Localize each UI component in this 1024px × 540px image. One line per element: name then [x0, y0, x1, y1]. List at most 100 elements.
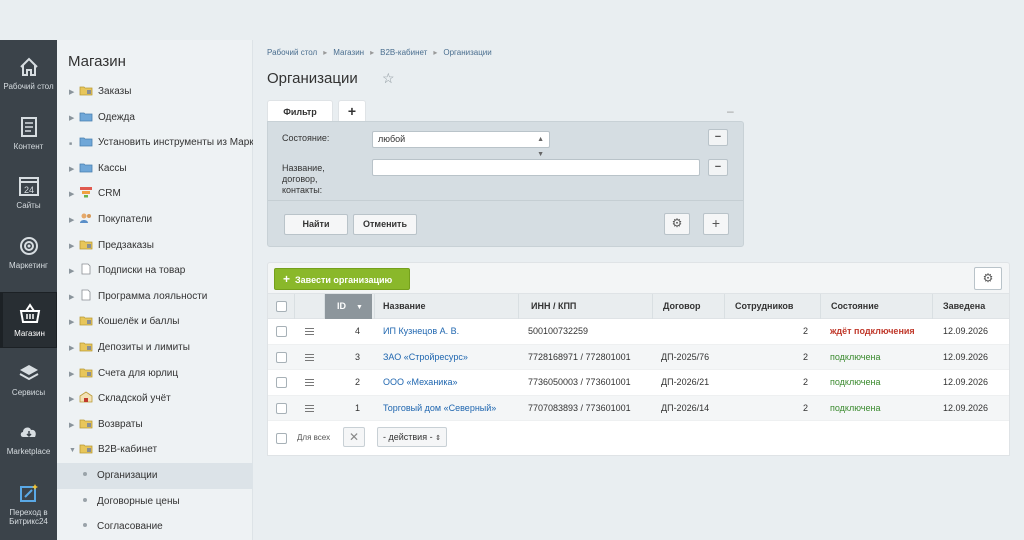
row-name-link[interactable]: ЗАО «Стройресурс» — [383, 345, 468, 371]
close-icon: ✕ — [348, 430, 360, 445]
row-menu-icon[interactable] — [305, 328, 314, 335]
add-organization-button[interactable]: + Завести организацию — [274, 268, 410, 290]
menu-subitem-contract-prices[interactable]: Договорные цены — [57, 489, 253, 515]
breadcrumb-link[interactable]: B2B-кабинет — [380, 48, 427, 57]
row-checkbox[interactable] — [276, 402, 287, 414]
expand-arrow-icon[interactable]: ▶ — [69, 182, 79, 207]
find-button[interactable]: Найти — [284, 214, 348, 235]
row-name-link[interactable]: ИП Кузнецов А. В. — [383, 319, 459, 345]
menu-item-orders[interactable]: ▶ Заказы — [57, 79, 253, 105]
remove-state-field-button[interactable]: − — [708, 129, 728, 146]
add-filter-field-button[interactable]: + — [703, 213, 729, 235]
row-menu-icon[interactable] — [305, 379, 314, 387]
filter-panel: Состояние: любой ▲ ▼ − Название, договор, … — [267, 121, 744, 247]
add-filter-tab-button[interactable]: + — [338, 100, 366, 122]
row-name-link[interactable]: ООО «Механика» — [383, 370, 457, 396]
leftbar-item-marketplace[interactable]: Marketplace — [0, 411, 57, 469]
leftbar-item-sites[interactable]: 24 Сайты — [0, 165, 57, 223]
expand-arrow-icon[interactable]: ▶ — [69, 234, 79, 259]
leftbar-item-marketing[interactable]: Маркетинг — [0, 225, 57, 283]
row-name-link[interactable]: Торговый дом «Северный» — [383, 396, 496, 422]
expand-arrow-icon[interactable]: ▶ — [69, 310, 79, 335]
table-row[interactable]: 2 ООО «Механика» 7736050003 / 773601001 ДП-… — [268, 370, 1009, 396]
warehouse-icon — [79, 391, 93, 403]
apply-to-all-checkbox[interactable] — [276, 433, 287, 445]
column-header-inn[interactable]: ИНН / КПП — [518, 294, 652, 319]
organizations-grid: ID ▼ Название ИНН / КПП Договор Сотрудник… — [267, 294, 1011, 457]
column-header-id[interactable]: ID ▼ — [324, 294, 372, 319]
row-checkbox[interactable] — [276, 351, 287, 363]
state-select[interactable]: любой ▲ ▼ — [372, 131, 550, 158]
menu-item-marketplace-tools[interactable]: ■Установить инструменты из Маркетплейс — [57, 130, 253, 156]
menu-item-subscriptions[interactable]: ▶ Подписки на товар — [57, 258, 253, 284]
expand-arrow-icon[interactable]: ▶ — [69, 387, 79, 412]
table-row[interactable]: 3 ЗАО «Стройресурс» 7728168971 / 772801001… — [268, 344, 1009, 371]
cancel-button[interactable]: Отменить — [353, 214, 417, 235]
breadcrumb-link[interactable]: Рабочий стол — [267, 48, 317, 57]
leftbar-item-content[interactable]: Контент — [0, 106, 57, 164]
select-all-checkbox[interactable] — [276, 301, 287, 312]
favorite-star-icon[interactable]: ☆ — [382, 70, 395, 87]
row-status: подключена — [830, 377, 881, 388]
menu-item-returns[interactable]: ▶ Возвраты — [57, 412, 253, 438]
menu-item-clothes[interactable]: ▶ Одежда — [57, 105, 253, 131]
expand-arrow-icon[interactable]: ▶ — [69, 285, 79, 310]
bullet-icon — [83, 497, 87, 502]
column-header-name[interactable]: Название — [374, 294, 518, 319]
expand-arrow-icon[interactable]: ▶ — [69, 157, 79, 182]
row-menu-icon[interactable] — [305, 353, 314, 361]
column-header-employees[interactable]: Сотрудников — [724, 294, 820, 319]
breadcrumb-link[interactable]: Организации — [443, 48, 491, 57]
breadcrumb-link[interactable]: Магазин — [333, 48, 364, 57]
remove-name-field-button[interactable]: − — [708, 159, 728, 176]
tab-filter[interactable]: Фильтр — [267, 100, 333, 122]
filter-minimize-button[interactable]: – — [727, 104, 734, 118]
menu-item-b2b[interactable]: ▼ B2B-кабинет — [57, 437, 253, 463]
collapse-arrow-icon[interactable]: ▼ — [69, 438, 79, 463]
expand-arrow-icon[interactable]: ▶ — [69, 362, 79, 387]
leftbar-item-desktop[interactable]: Рабочий стол — [0, 46, 57, 104]
column-header-created[interactable]: Заведена — [932, 294, 1011, 319]
filter-settings-button[interactable]: ⚙ — [664, 213, 690, 235]
menu-item-customers[interactable]: ▶ Покупатели — [57, 207, 253, 233]
menu-item-warehouse[interactable]: ▶ Складской учёт — [57, 386, 253, 412]
table-row[interactable]: 4 ИП Кузнецов А. В. 500100732259 2 ждёт подк… — [268, 319, 1009, 345]
row-checkbox[interactable] — [276, 326, 287, 337]
menu-item-cashboxes[interactable]: ▶ Кассы — [57, 156, 253, 182]
expand-arrow-icon[interactable]: ▶ — [69, 413, 79, 438]
expand-arrow-icon[interactable]: ▶ — [69, 259, 79, 284]
bullet-icon: ■ — [69, 141, 73, 148]
gear-icon: ⚙ — [671, 216, 683, 230]
row-inn: 500100732259 — [528, 326, 589, 336]
menu-item-invoices[interactable]: ▶ Счета для юрлиц — [57, 361, 253, 387]
row-menu-icon[interactable] — [305, 404, 314, 412]
leftbar-item-services[interactable]: Сервисы — [0, 352, 57, 410]
delete-button[interactable]: ✕ — [343, 427, 365, 448]
name-input[interactable] — [372, 159, 700, 176]
expand-arrow-icon[interactable]: ▶ — [69, 106, 79, 131]
leftbar-item-shop[interactable]: Магазин — [0, 292, 57, 348]
grid-toolbar: + Завести организацию ⚙ — [267, 262, 1010, 294]
grid-settings-button[interactable]: ⚙ — [974, 267, 1002, 290]
column-header-contract[interactable]: Договор — [652, 294, 724, 319]
column-header-status[interactable]: Состояние — [820, 294, 932, 319]
table-row[interactable]: 1 Торговый дом «Северный» 7707083893 / 773… — [268, 395, 1009, 422]
menu-item-wallet[interactable]: ▶ Кошелёк и баллы — [57, 309, 253, 335]
select-caret-icon: ⇕ — [435, 435, 441, 443]
menu-subitem-approval[interactable]: Согласование — [57, 514, 253, 540]
expand-arrow-icon[interactable]: ▶ — [69, 208, 79, 233]
menu-list: ▶ Заказы ▶ Одежда ■ Установить инструменты … — [57, 79, 253, 540]
gear-icon: ⚙ — [982, 271, 994, 285]
row-id: 2 — [354, 377, 360, 388]
actions-select[interactable]: - действия - ⇕ — [377, 427, 447, 448]
menu-subitem-organizations[interactable]: Организации — [57, 462, 253, 489]
leftbar-item-bitrix24[interactable]: Переход в Битрикс24 — [0, 472, 57, 538]
menu-item-deposits[interactable]: ▶ Депозиты и лимиты — [57, 335, 253, 361]
funnel-icon — [80, 187, 92, 198]
row-checkbox[interactable] — [276, 377, 287, 389]
menu-item-crm[interactable]: ▶ CRM — [57, 181, 253, 207]
menu-item-preorders[interactable]: ▶ Предзаказы — [57, 233, 253, 259]
expand-arrow-icon[interactable]: ▶ — [69, 80, 79, 105]
menu-item-loyalty[interactable]: ▶ Программа лояльности — [57, 284, 253, 310]
expand-arrow-icon[interactable]: ▶ — [69, 336, 79, 361]
